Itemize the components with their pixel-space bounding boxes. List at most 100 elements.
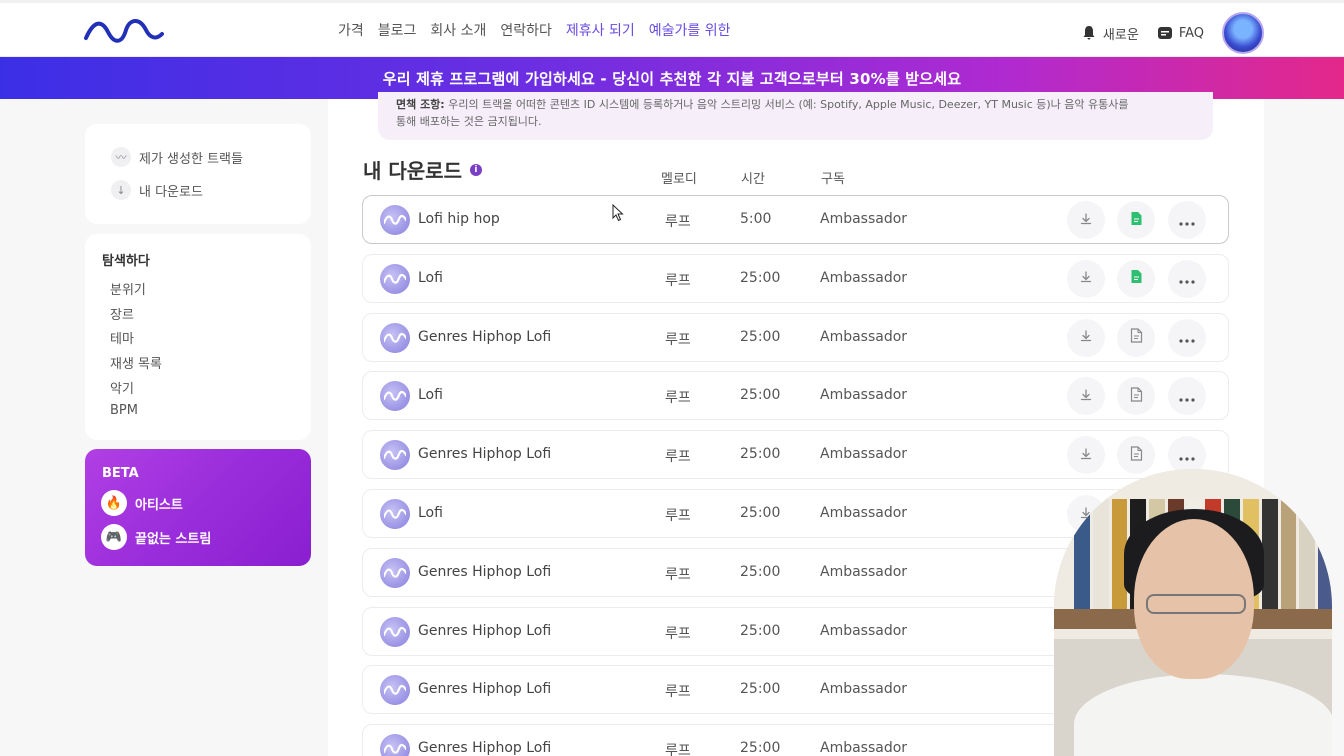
explore-item-genre[interactable]: 장르 bbox=[110, 304, 134, 323]
mouse-cursor-icon bbox=[612, 204, 624, 222]
more-options-button[interactable] bbox=[1168, 201, 1206, 239]
track-wave-icon bbox=[380, 263, 410, 294]
track-title[interactable]: Genres Hiphop Lofi bbox=[418, 564, 551, 580]
download-button[interactable] bbox=[1067, 318, 1105, 357]
track-subscription: Ambassador bbox=[820, 681, 908, 698]
track-melody: 루프 bbox=[665, 331, 691, 348]
track-melody: 루프 bbox=[665, 743, 691, 756]
track-title[interactable]: Genres Hiphop Lofi bbox=[418, 446, 551, 462]
nav-about[interactable]: 회사 소개 bbox=[430, 20, 486, 40]
track-wave-icon bbox=[380, 616, 410, 647]
table-row[interactable]: Lofi 루프 25:00 Ambassador bbox=[362, 253, 1229, 303]
disclaimer-text: 우리의 트랙을 어떠한 콘텐츠 ID 시스템에 등록하거나 음악 스트리밍 서비… bbox=[448, 98, 1129, 111]
track-wave-icon bbox=[380, 205, 410, 235]
track-melody: 루프 bbox=[665, 684, 691, 701]
more-icon bbox=[1179, 328, 1195, 347]
track-melody: 루프 bbox=[665, 390, 691, 407]
sidebar-item-my-downloads[interactable]: ↓ 내 다운로드 bbox=[111, 180, 203, 200]
track-time: 25:00 bbox=[740, 622, 781, 639]
track-title[interactable]: Genres Hiphop Lofi bbox=[418, 623, 551, 639]
download-icon bbox=[1079, 446, 1093, 465]
track-wave-icon bbox=[380, 499, 410, 529]
top-header: 가격 블로그 회사 소개 연락하다 제휴사 되기 예술가를 위한 새로운 FAQ bbox=[0, 0, 1344, 57]
track-melody: 루프 bbox=[665, 214, 691, 230]
nav-contact[interactable]: 연락하다 bbox=[500, 20, 552, 40]
track-melody: 루프 bbox=[665, 449, 691, 466]
track-title[interactable]: Lofi hip hop bbox=[418, 211, 500, 227]
track-subscription: Ambassador bbox=[820, 563, 908, 580]
download-button[interactable] bbox=[1067, 201, 1105, 239]
nav-pricing[interactable]: 가격 bbox=[338, 20, 364, 40]
track-time: 25:00 bbox=[740, 387, 781, 404]
page-title: 내 다운로드 i bbox=[363, 155, 482, 184]
explore-item-instrument[interactable]: 악기 bbox=[110, 378, 134, 397]
brand-logo-icon[interactable] bbox=[84, 18, 164, 44]
webcam-overlay bbox=[1054, 469, 1332, 756]
nav-affiliate[interactable]: 제휴사 되기 bbox=[566, 20, 635, 40]
license-document-icon bbox=[1130, 269, 1143, 288]
track-wave-icon bbox=[380, 381, 410, 412]
explore-item-playlist[interactable]: 재생 목록 bbox=[110, 353, 162, 372]
beta-label: BETA bbox=[102, 466, 139, 481]
user-avatar[interactable] bbox=[1222, 12, 1264, 54]
track-wave-icon bbox=[380, 440, 410, 471]
track-subscription: Ambassador bbox=[820, 211, 908, 227]
info-icon[interactable]: i bbox=[469, 163, 482, 176]
explore-item-mood[interactable]: 분위기 bbox=[110, 279, 146, 298]
track-title[interactable]: Lofi bbox=[418, 387, 443, 403]
table-row[interactable]: Lofi 루프 25:00 Ambassador bbox=[362, 371, 1229, 421]
track-title[interactable]: Genres Hiphop Lofi bbox=[418, 681, 551, 697]
gamepad-icon: 🎮 bbox=[101, 524, 127, 550]
track-melody: 루프 bbox=[665, 566, 691, 583]
download-icon: ↓ bbox=[111, 180, 131, 200]
faq-icon bbox=[1157, 27, 1172, 39]
track-subscription: Ambassador bbox=[820, 505, 908, 521]
license-button[interactable] bbox=[1117, 377, 1155, 416]
track-subscription: Ambassador bbox=[820, 328, 908, 345]
explore-item-theme[interactable]: 테마 bbox=[110, 328, 134, 347]
track-title[interactable]: Lofi bbox=[418, 270, 443, 286]
beta-item-artists[interactable]: 🔥 아티스트 bbox=[101, 490, 183, 516]
more-icon bbox=[1179, 446, 1195, 465]
banner-text: 우리 제휴 프로그램에 가입하세요 - 당신이 추천한 각 지불 고객으로부터 … bbox=[382, 69, 962, 88]
sidebar-item-my-tracks[interactable]: 〰 제가 생성한 트랙들 bbox=[111, 147, 243, 167]
explore-card: 탐색하다 분위기 장르 테마 재생 목록 악기 BPM bbox=[85, 234, 311, 440]
track-subscription: Ambassador bbox=[820, 387, 908, 404]
license-button[interactable] bbox=[1117, 201, 1155, 239]
track-time: 25:00 bbox=[740, 505, 781, 521]
faq-button[interactable]: FAQ bbox=[1157, 16, 1204, 50]
license-document-icon bbox=[1130, 211, 1143, 230]
license-document-icon bbox=[1130, 328, 1143, 347]
track-wave-icon bbox=[380, 675, 410, 706]
more-icon bbox=[1179, 387, 1195, 406]
nav-artists[interactable]: 예술가를 위한 bbox=[649, 20, 731, 40]
notifications-button[interactable]: 새로운 bbox=[1081, 16, 1139, 50]
beta-item-label: 끝없는 스트림 bbox=[135, 531, 212, 547]
track-subscription: Ambassador bbox=[820, 740, 908, 756]
bell-icon bbox=[1083, 26, 1095, 40]
track-title[interactable]: Genres Hiphop Lofi bbox=[418, 740, 551, 756]
column-header-time: 시간 bbox=[741, 172, 765, 187]
nav-blog[interactable]: 블로그 bbox=[378, 20, 417, 40]
download-button[interactable] bbox=[1067, 259, 1105, 298]
download-icon bbox=[1079, 387, 1093, 406]
table-row[interactable]: Lofi hip hop 루프 5:00 Ambassador bbox=[362, 195, 1229, 244]
track-title[interactable]: Lofi bbox=[418, 505, 443, 521]
more-options-button[interactable] bbox=[1168, 259, 1206, 298]
license-document-icon bbox=[1130, 446, 1143, 465]
download-button[interactable] bbox=[1067, 377, 1105, 416]
more-options-button[interactable] bbox=[1168, 318, 1206, 357]
sidebar-item-label: 내 다운로드 bbox=[139, 184, 203, 200]
more-icon bbox=[1179, 269, 1195, 288]
explore-item-bpm[interactable]: BPM bbox=[110, 403, 138, 418]
table-row[interactable]: Genres Hiphop Lofi 루프 25:00 Ambassador bbox=[362, 312, 1229, 362]
column-header-subscription: 구독 bbox=[821, 172, 845, 187]
beta-item-endless-stream[interactable]: 🎮 끝없는 스트림 bbox=[101, 524, 211, 550]
track-title[interactable]: Genres Hiphop Lofi bbox=[418, 329, 551, 345]
license-document-icon bbox=[1130, 387, 1143, 406]
faq-label: FAQ bbox=[1178, 25, 1204, 41]
more-options-button[interactable] bbox=[1168, 377, 1206, 416]
license-button[interactable] bbox=[1117, 318, 1155, 357]
fire-icon: 🔥 bbox=[101, 490, 127, 516]
license-button[interactable] bbox=[1117, 259, 1155, 298]
